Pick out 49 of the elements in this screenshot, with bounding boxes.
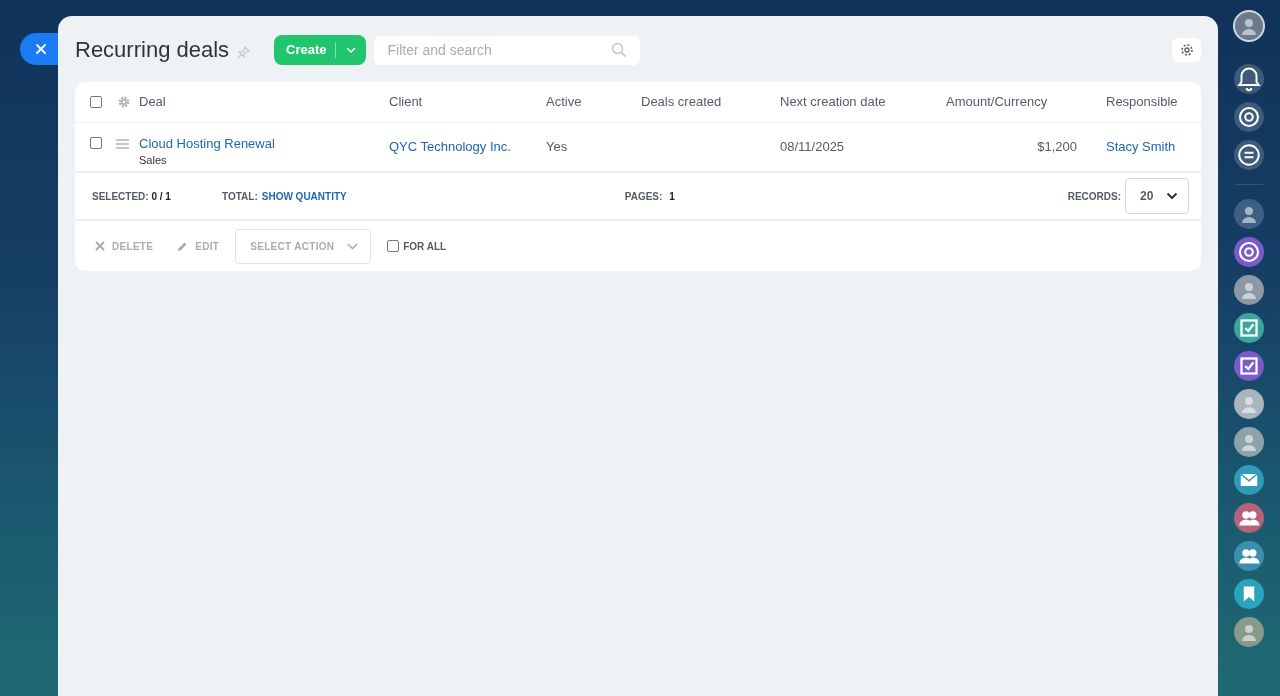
pencil-icon xyxy=(177,240,189,252)
records-label: RECORDS: xyxy=(1067,189,1121,204)
deal-link[interactable]: Cloud Hosting Renewal xyxy=(139,136,387,150)
close-button[interactable] xyxy=(20,33,58,65)
column-header[interactable]: Active xyxy=(546,94,582,109)
page-title: Recurring deals xyxy=(75,36,230,64)
envelope-icon[interactable] xyxy=(1234,465,1264,495)
avatar[interactable] xyxy=(1234,617,1264,647)
pages-count: PAGES: 1 xyxy=(624,189,675,204)
select-all-checkbox[interactable] xyxy=(90,95,102,108)
column-header[interactable]: Deal xyxy=(139,94,166,109)
avatar[interactable] xyxy=(1234,275,1264,305)
table-cell: 08/11/2025 xyxy=(780,138,845,154)
chevron-icon xyxy=(347,242,359,250)
table-cell: Yes xyxy=(546,138,568,154)
for-all-label: FOR ALL xyxy=(403,239,447,254)
column-header[interactable]: Client xyxy=(389,94,423,109)
column-header[interactable]: Amount/Currency xyxy=(946,94,1048,109)
total-label: TOTAL: xyxy=(222,189,258,204)
avatar[interactable] xyxy=(1233,10,1265,42)
close-icon xyxy=(35,43,47,55)
checkbox-icon[interactable] xyxy=(1234,313,1264,343)
pipeline-label: Sales xyxy=(139,152,168,168)
show-quantity-link[interactable]: SHOW QUANTITY xyxy=(261,188,347,204)
records-dropdown[interactable]: 20 xyxy=(1125,178,1189,214)
avatar[interactable] xyxy=(1234,389,1264,419)
responsible-link[interactable]: Stacy Smith xyxy=(1106,138,1176,154)
chevron-icon xyxy=(1166,192,1178,200)
column-header[interactable]: Deals created xyxy=(641,94,722,109)
column-header[interactable]: Responsible xyxy=(1106,94,1178,109)
column-header[interactable]: Next creation date xyxy=(780,94,886,109)
cross-icon xyxy=(95,241,105,251)
avatar[interactable] xyxy=(1234,427,1264,457)
search-field[interactable]: Filter and search xyxy=(373,35,640,65)
search-icon xyxy=(610,41,627,58)
caret-icon xyxy=(345,47,356,53)
client-link[interactable]: QYC Technology Inc. xyxy=(389,138,511,154)
bookmark-icon[interactable] xyxy=(1234,579,1264,609)
bell-icon[interactable] xyxy=(1234,64,1264,94)
settings-button[interactable] xyxy=(1172,38,1201,62)
people-icon[interactable] xyxy=(1234,541,1264,571)
settings-icon xyxy=(1179,43,1194,57)
table-cell: $1,200 xyxy=(1037,138,1077,154)
people-icon[interactable] xyxy=(1234,503,1264,533)
checkbox-icon[interactable] xyxy=(1234,351,1264,381)
selected-count: SELECTED: 0 / 1 xyxy=(92,189,172,204)
row-checkbox[interactable] xyxy=(90,136,102,149)
avatar[interactable] xyxy=(1234,199,1264,229)
for-all-checkbox[interactable] xyxy=(387,240,400,252)
